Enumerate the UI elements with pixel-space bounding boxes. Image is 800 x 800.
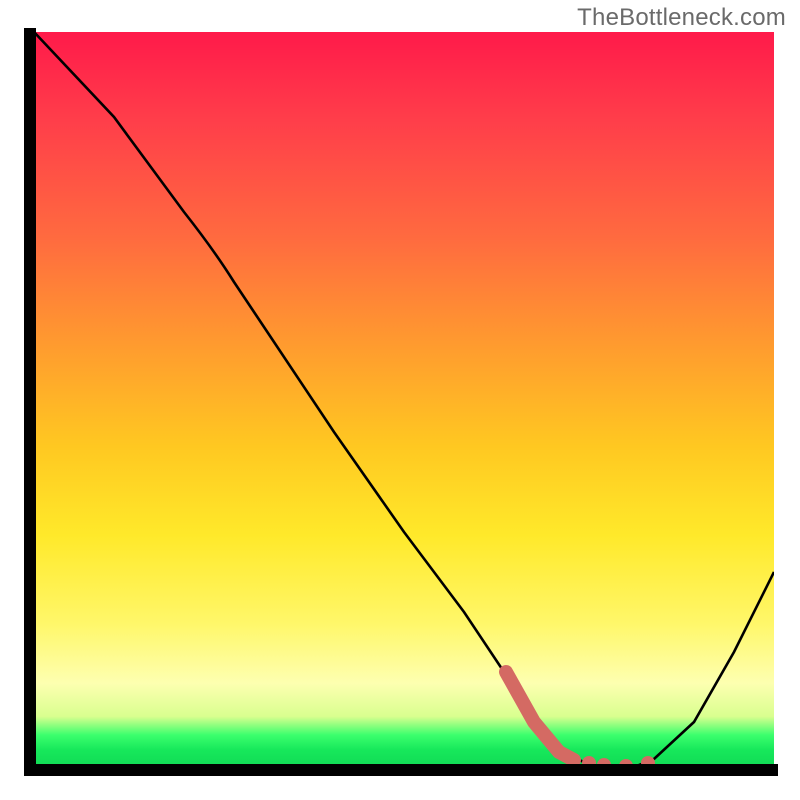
highlight-svg	[34, 32, 774, 772]
highlight-dot	[582, 756, 596, 770]
highlight-segment	[506, 672, 574, 760]
watermark-text: TheBottleneck.com	[577, 4, 786, 32]
chart-container: TheBottleneck.com	[0, 0, 800, 800]
highlight-dot	[641, 756, 655, 770]
highlight-dot	[619, 759, 633, 772]
plot-area	[34, 32, 774, 772]
highlight-dot	[597, 758, 611, 772]
